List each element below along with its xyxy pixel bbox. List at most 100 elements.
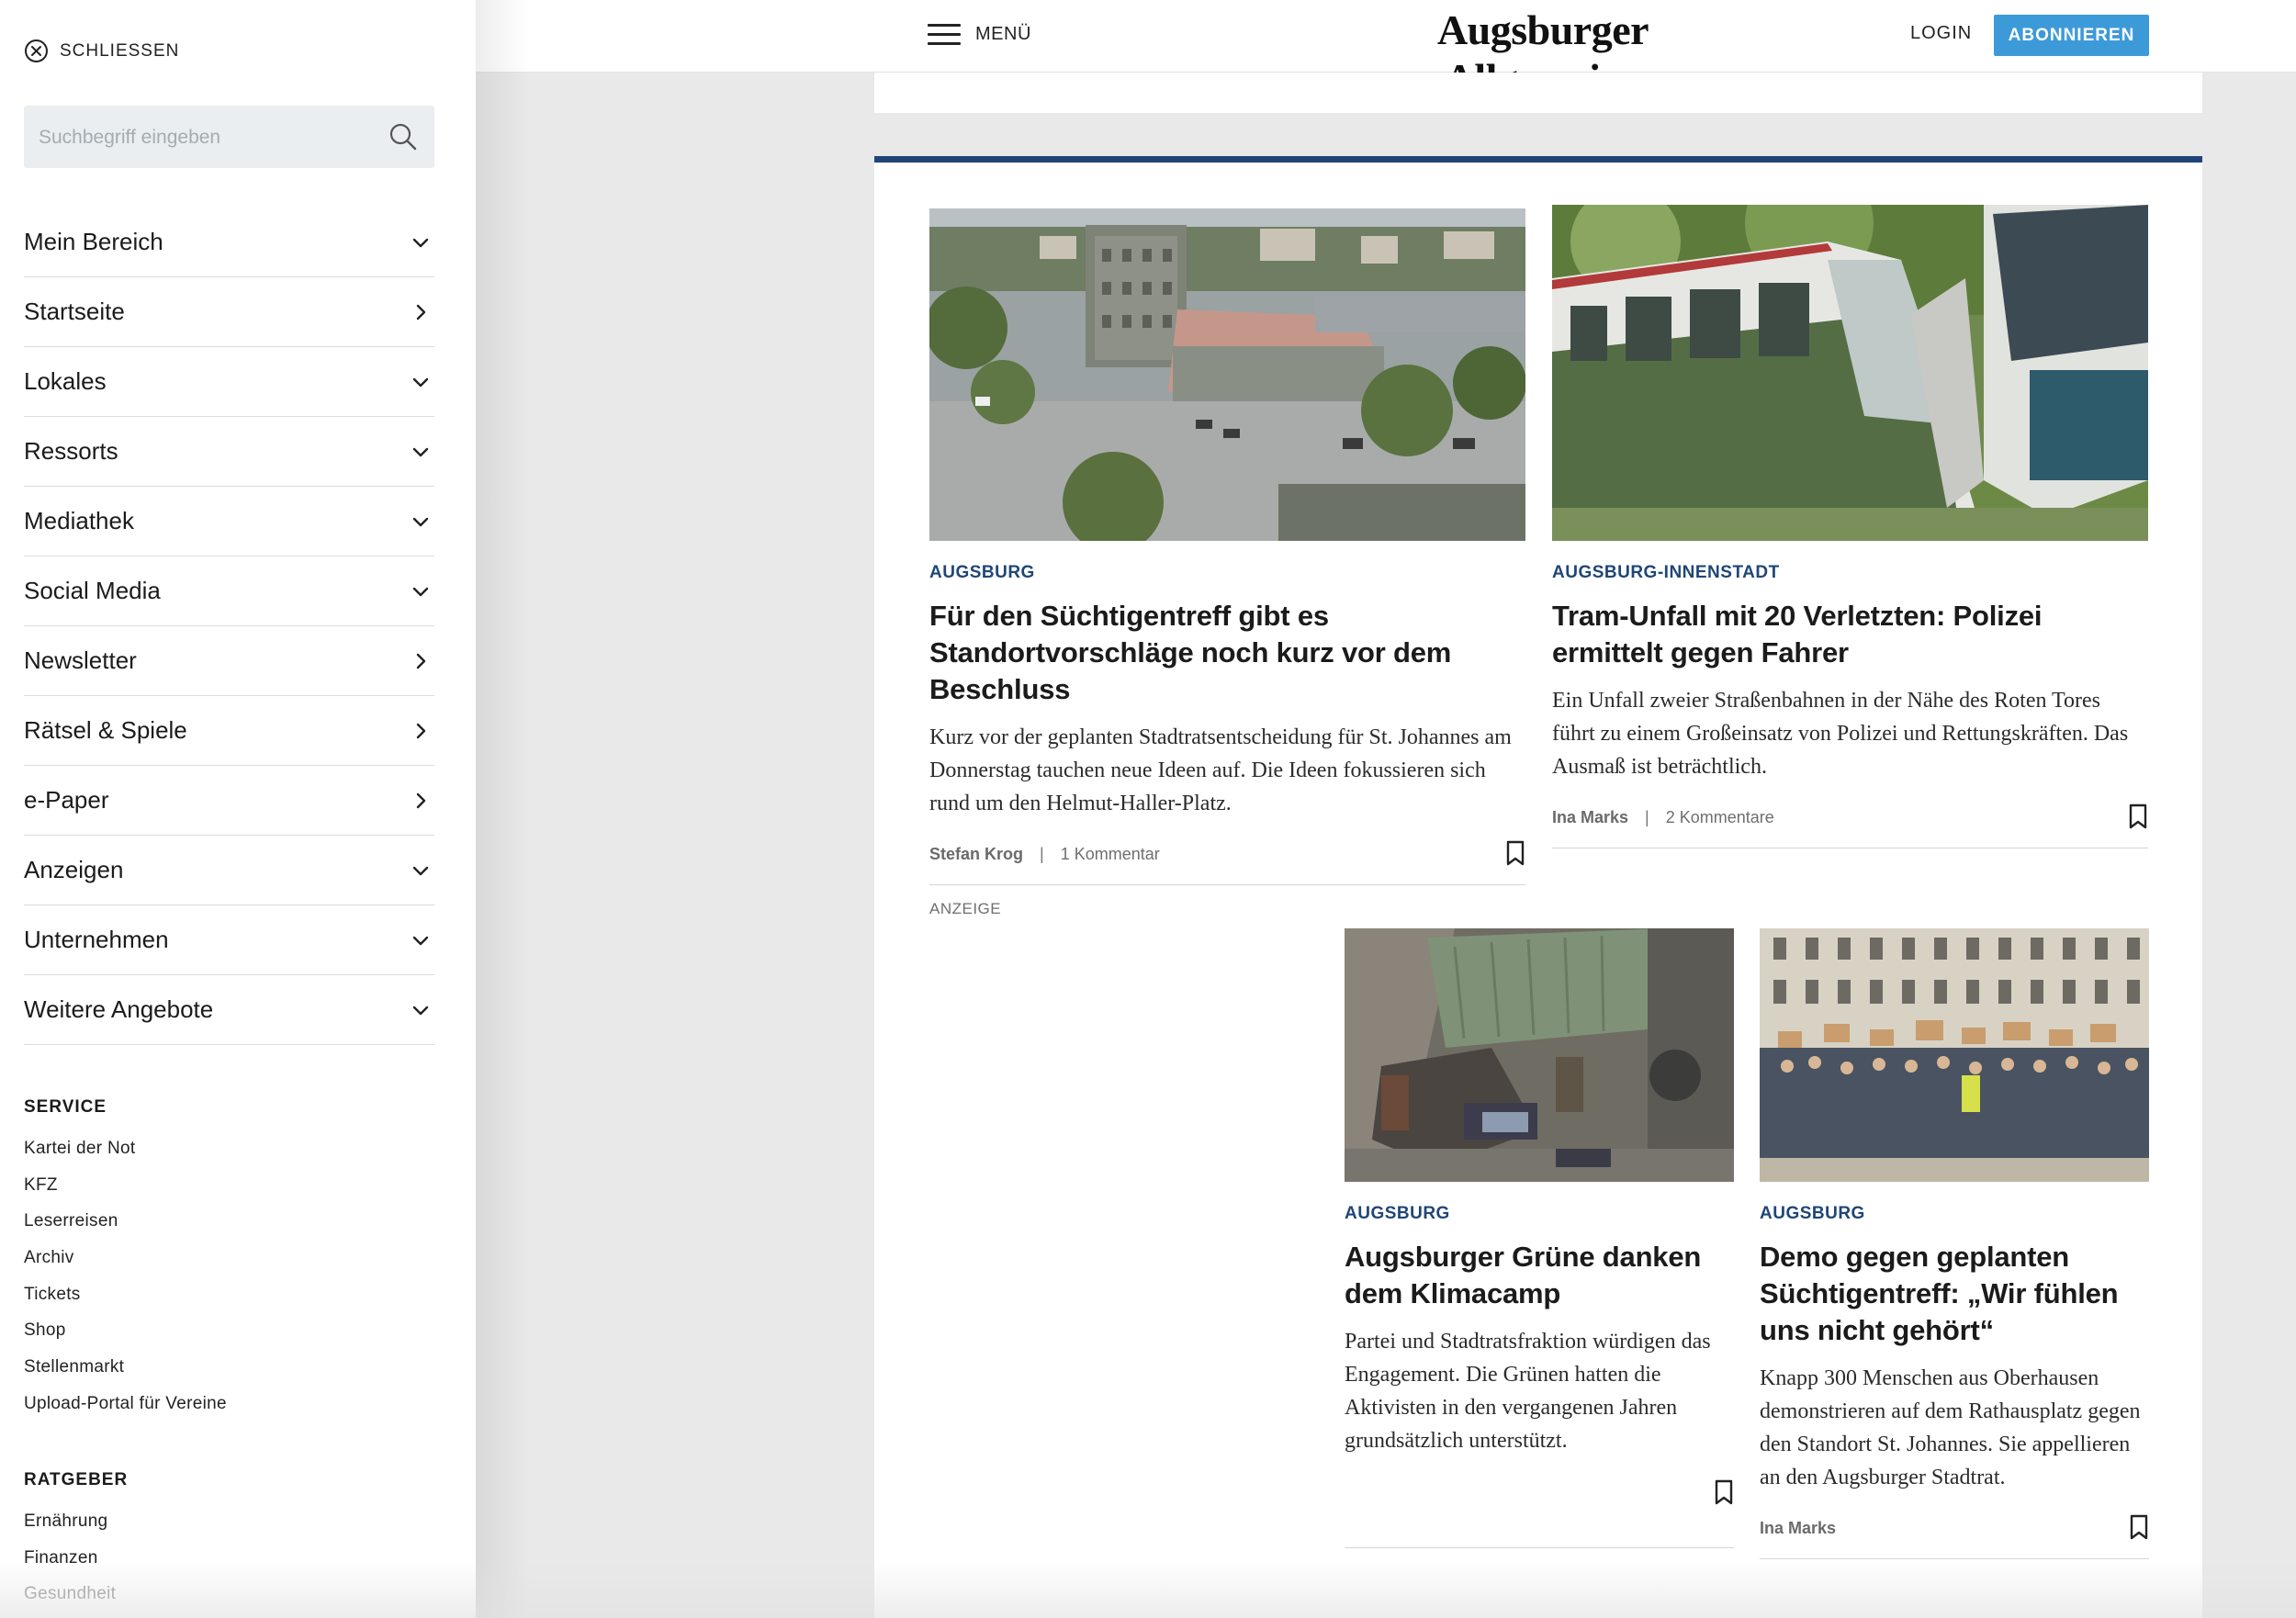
article-teaser: Ein Unfall zweier Straßenbahnen in der N… <box>1552 689 2129 779</box>
sidebar-item-e-paper[interactable]: e-Paper <box>24 766 434 836</box>
article-category[interactable]: AUGSBURG <box>929 563 1525 583</box>
bookmark-icon[interactable] <box>2128 803 2148 829</box>
subscribe-button[interactable]: ABONNIEREN <box>1994 15 2149 56</box>
sidebar-item-label: Lokales <box>24 367 107 395</box>
section-title-ratgeber: RATGEBER <box>24 1470 129 1489</box>
menu-label: MENÜ <box>975 23 1031 44</box>
sidebar-item-startseite[interactable]: Startseite <box>24 277 434 347</box>
menu-button[interactable]: MENÜ <box>928 22 1031 46</box>
sidebar-item-label: Rätsel & Spiele <box>24 716 187 744</box>
sidebar-link[interactable]: Upload-Portal für Vereine <box>24 1386 227 1422</box>
sidebar-link[interactable]: KFZ <box>24 1167 227 1204</box>
chevron-right-icon <box>416 653 426 669</box>
login-link[interactable]: LOGIN <box>1910 23 1972 44</box>
sidebar-item-anzeigen[interactable]: Anzeigen <box>24 836 434 905</box>
section-title-service: SERVICE <box>24 1097 107 1117</box>
train-station-aerial-photo[interactable] <box>929 208 1525 541</box>
article-headline[interactable]: Demo gegen geplanten Süchtigentreff: „Wi… <box>1760 1239 2149 1349</box>
sidebar-item-social-media[interactable]: Social Media <box>24 556 434 626</box>
article-author: Ina Marks <box>1760 1518 1837 1537</box>
sidebar-item-label: Mein Bereich <box>24 228 163 255</box>
article-meta <box>1345 1478 1734 1509</box>
article-meta: Stefan Krog | 1 Kommentar <box>929 838 1525 870</box>
chevron-right-icon <box>416 723 426 738</box>
article-teaser: Knapp 300 Menschen aus Oberhausen demons… <box>1760 1366 2141 1489</box>
article-comments[interactable]: 1 Kommentar <box>1061 845 1160 864</box>
sidebar-link[interactable]: Ernährung <box>24 1503 116 1540</box>
article-category[interactable]: AUGSBURG <box>1345 1204 1734 1224</box>
sidebar-item-label: Newsletter <box>24 646 137 674</box>
chevron-down-icon <box>412 377 429 387</box>
ratgeber-links: Ernährung Finanzen Gesundheit <box>24 1503 116 1612</box>
chevron-right-icon <box>416 792 426 808</box>
sidebar-item-mediathek[interactable]: Mediathek <box>24 487 434 556</box>
chevron-down-icon <box>412 866 429 875</box>
bookmark-icon[interactable] <box>2129 1514 2149 1540</box>
main-nav: Mein Bereich Startseite Lokales Ressorts Med… <box>24 208 434 1045</box>
sidebar-item-label: Weitere Angebote <box>24 995 214 1023</box>
article-divider <box>929 884 1525 885</box>
article-card[interactable]: AUGSBURG-INNENSTADT Tram-Unfall mit 20 V… <box>1552 205 2148 848</box>
sidebar-link[interactable]: Shop <box>24 1312 227 1349</box>
chevron-down-icon <box>412 587 429 596</box>
sidebar-item-label: Mediathek <box>24 507 134 534</box>
demonstration-photo[interactable] <box>1760 928 2149 1182</box>
article-category[interactable]: AUGSBURG <box>1760 1204 2149 1224</box>
article-headline[interactable]: Tram-Unfall mit 20 Verletzten: Polizei e… <box>1552 598 2148 671</box>
ad-label: ANZEIGE <box>929 900 1002 917</box>
article-comments[interactable]: 2 Kommentare <box>1666 808 1774 827</box>
sidebar-link[interactable]: Tickets <box>24 1276 227 1313</box>
chevron-right-icon <box>416 304 426 320</box>
chevron-down-icon <box>412 238 429 247</box>
search-icon[interactable] <box>388 122 418 152</box>
tram-crash-photo[interactable] <box>1552 205 2148 541</box>
sidebar-link[interactable]: Kartei der Not <box>24 1130 227 1167</box>
close-label: SCHLIESSEN <box>60 40 180 61</box>
sidebar-link[interactable]: Gesundheit <box>24 1576 116 1612</box>
chevron-down-icon <box>412 517 429 526</box>
sidebar-item-label: Ressorts <box>24 437 118 465</box>
chevron-down-icon <box>412 936 429 945</box>
article-author: Ina Marks <box>1552 807 1629 826</box>
sidebar-item-newsletter[interactable]: Newsletter <box>24 626 434 696</box>
sidebar-shadow <box>476 0 531 1618</box>
sidebar-item-label: e-Paper <box>24 786 109 814</box>
article-teaser: Kurz vor der geplanten Stadtratsentschei… <box>929 725 1512 815</box>
search-box <box>24 106 434 168</box>
article-author: Stefan Krog <box>929 844 1024 863</box>
close-button[interactable]: SCHLIESSEN <box>24 39 179 63</box>
article-divider <box>1345 1547 1734 1548</box>
sidebar-link[interactable]: Finanzen <box>24 1540 116 1577</box>
article-card[interactable]: AUGSBURG Augsburger Grüne danken dem Kli… <box>1345 928 1734 1548</box>
meta-separator: | <box>1645 807 1649 826</box>
article-card[interactable]: AUGSBURG Demo gegen geplanten Süchtigent… <box>1760 928 2149 1559</box>
sidebar-item-mein-bereich[interactable]: Mein Bereich <box>24 208 434 277</box>
navigation-drawer: SCHLIESSEN Mein Bereich Startseite Lokales… <box>0 0 476 1618</box>
sidebar-item-label: Social Media <box>24 577 161 604</box>
article-headline[interactable]: Für den Süchtigentreff gibt es Standortv… <box>929 598 1525 708</box>
hamburger-icon <box>928 22 961 46</box>
article-category[interactable]: AUGSBURG-INNENSTADT <box>1552 563 2148 583</box>
bookmark-icon[interactable] <box>1714 1479 1734 1505</box>
bookmark-icon[interactable] <box>1505 840 1525 866</box>
search-input[interactable] <box>39 124 369 152</box>
klimacamp-photo[interactable] <box>1345 928 1734 1182</box>
previous-content-card <box>874 73 2202 113</box>
article-headline[interactable]: Augsburger Grüne danken dem Klimacamp <box>1345 1239 1734 1312</box>
sidebar-item-unternehmen[interactable]: Unternehmen <box>24 905 434 975</box>
sidebar-item-label: Startseite <box>24 298 125 325</box>
sidebar-item-weitere-angebote[interactable]: Weitere Angebote <box>24 975 434 1045</box>
sidebar-item-ressorts[interactable]: Ressorts <box>24 417 434 487</box>
close-icon <box>25 39 48 62</box>
sidebar-link[interactable]: Leserreisen <box>24 1203 227 1240</box>
article-meta: Ina Marks | 2 Kommentare <box>1552 802 2148 833</box>
sidebar-link[interactable]: Stellenmarkt <box>24 1349 227 1386</box>
article-teaser: Partei und Stadtratsfraktion würdigen da… <box>1345 1330 1711 1453</box>
chevron-down-icon <box>412 1006 429 1015</box>
sidebar-item-rätsel-spiele[interactable]: Rätsel & Spiele <box>24 696 434 766</box>
sidebar-item-label: Unternehmen <box>24 926 169 953</box>
chevron-down-icon <box>412 447 429 456</box>
sidebar-item-lokales[interactable]: Lokales <box>24 347 434 417</box>
sidebar-link[interactable]: Archiv <box>24 1240 227 1276</box>
article-card[interactable]: AUGSBURG Für den Süchtigentreff gibt es … <box>929 208 1525 885</box>
